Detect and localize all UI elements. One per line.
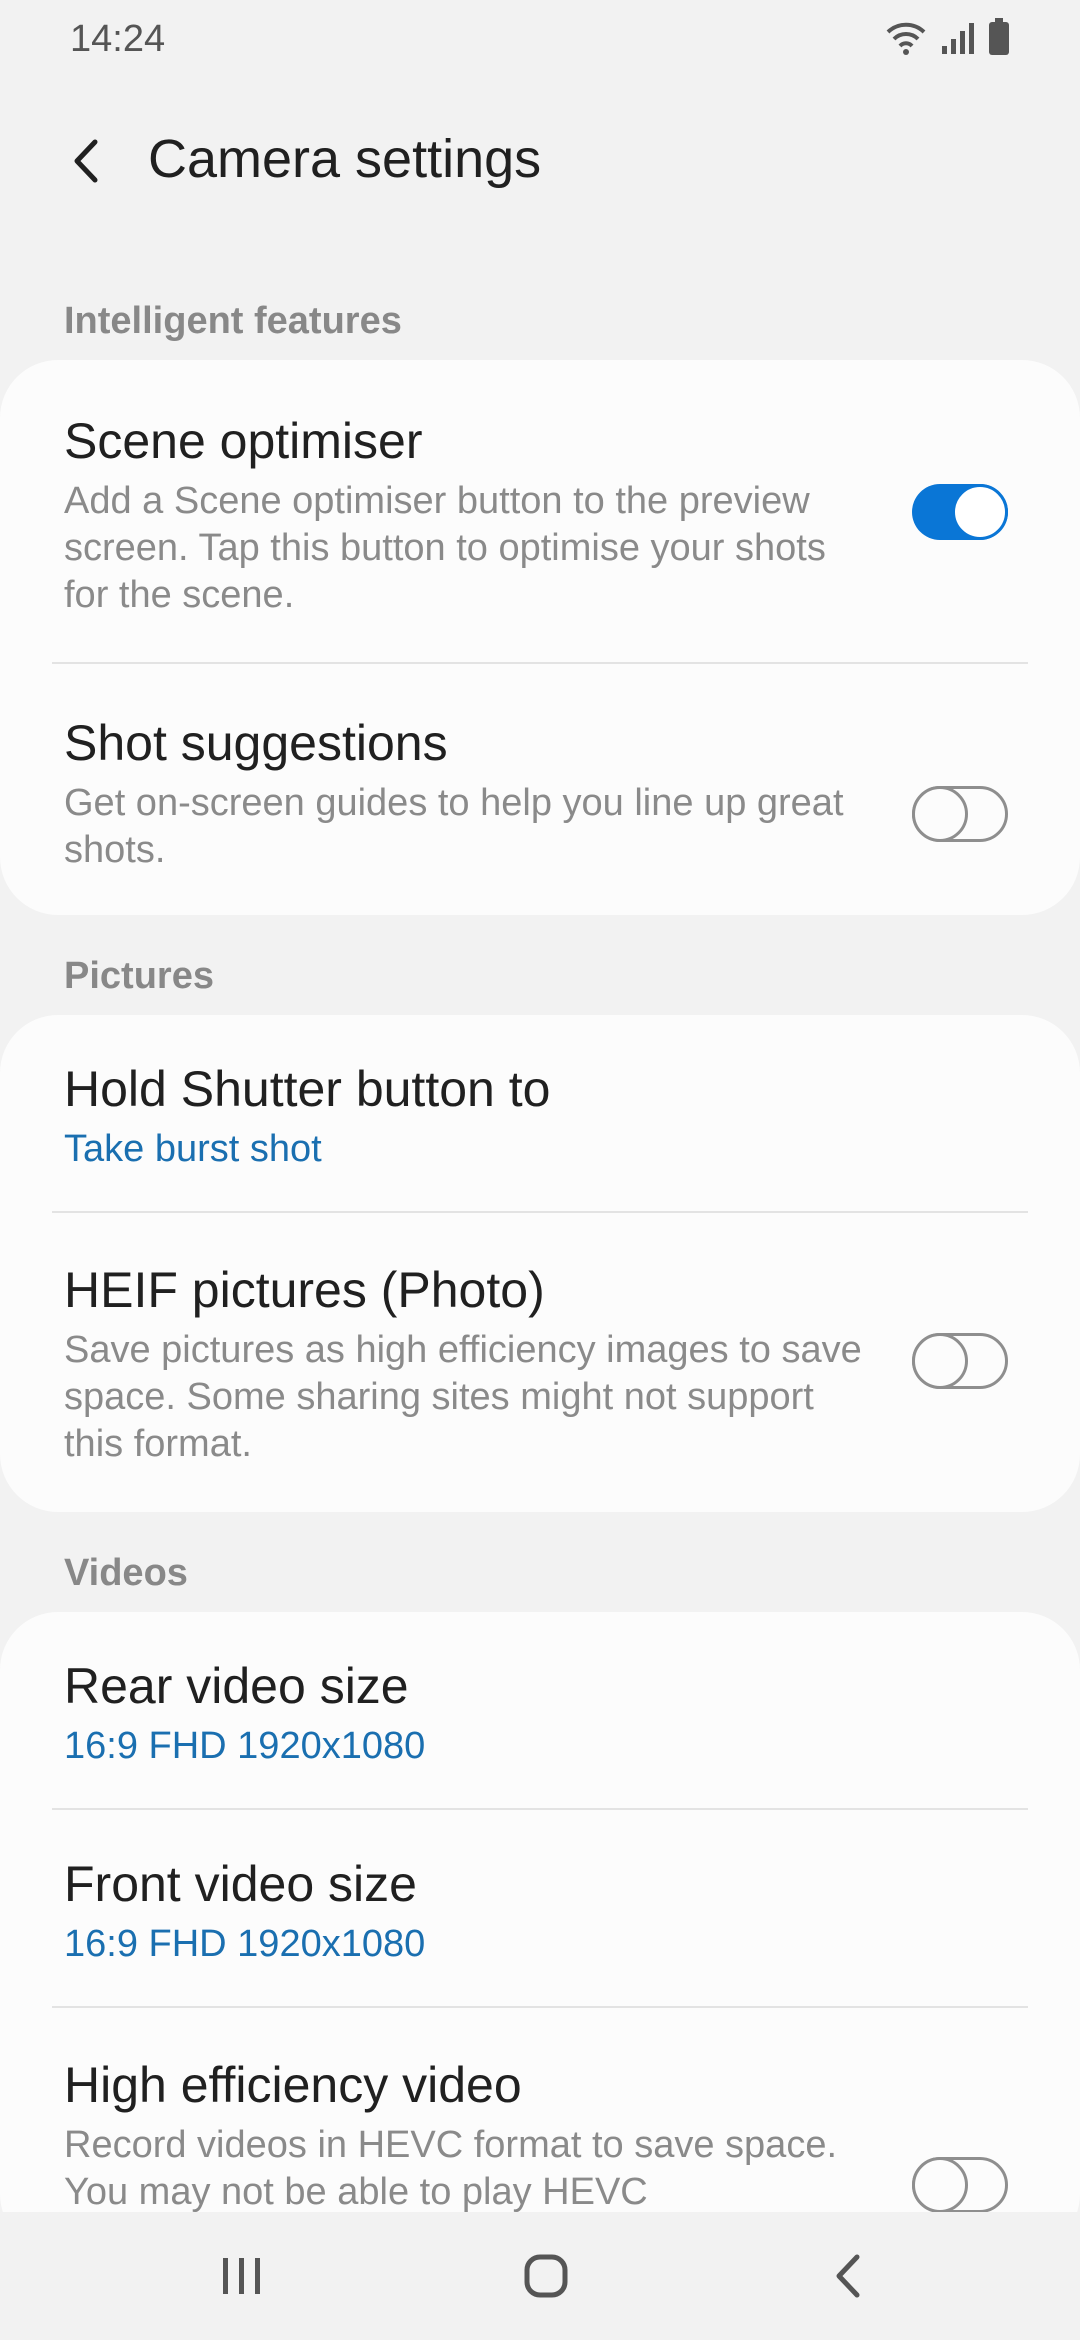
scene-optimiser-description: Add a Scene optimiser button to the prev… bbox=[64, 480, 826, 616]
shot-suggestions-toggle[interactable] bbox=[912, 786, 1008, 842]
back-icon bbox=[836, 2254, 860, 2298]
heif-pictures-title: HEIF pictures (Photo) bbox=[64, 1262, 545, 1318]
page-title: Camera settings bbox=[148, 129, 542, 189]
battery-icon bbox=[989, 18, 1009, 55]
wifi-icon bbox=[886, 22, 926, 55]
rear-video-size-value: 16:9 FHD 1920x1080 bbox=[64, 1725, 426, 1767]
app-header: Camera settings bbox=[0, 110, 1080, 210]
front-video-size-value: 16:9 FHD 1920x1080 bbox=[64, 1923, 426, 1965]
heif-pictures-row[interactable]: HEIF pictures (Photo) Save pictures as h… bbox=[0, 1213, 1080, 1512]
pictures-card: Hold Shutter button to Take burst shot H… bbox=[0, 1015, 1080, 1512]
toggle-knob bbox=[912, 1333, 968, 1389]
high-efficiency-video-title: High efficiency video bbox=[64, 2057, 522, 2113]
hold-shutter-value: Take burst shot bbox=[64, 1128, 322, 1170]
section-label-videos: Videos bbox=[64, 1552, 188, 1594]
section-label-intelligent-features: Intelligent features bbox=[64, 300, 402, 342]
scene-optimiser-toggle[interactable] bbox=[912, 484, 1008, 540]
heif-pictures-toggle[interactable] bbox=[912, 1333, 1008, 1389]
status-time: 14:24 bbox=[70, 18, 166, 60]
intelligent-features-card: Scene optimiser Add a Scene optimiser bu… bbox=[0, 360, 1080, 915]
status-icons bbox=[884, 18, 1010, 56]
home-button[interactable] bbox=[496, 2234, 596, 2318]
section-label-pictures: Pictures bbox=[64, 955, 214, 997]
scene-optimiser-row[interactable]: Scene optimiser Add a Scene optimiser bu… bbox=[0, 360, 1080, 662]
scene-optimiser-title: Scene optimiser bbox=[64, 413, 423, 469]
shot-suggestions-title: Shot suggestions bbox=[64, 715, 448, 771]
toggle-knob bbox=[952, 484, 1008, 540]
front-video-size-title: Front video size bbox=[64, 1856, 417, 1912]
signal-icon bbox=[942, 23, 974, 54]
hold-shutter-row[interactable]: Hold Shutter button to Take burst shot bbox=[0, 1015, 1080, 1211]
hold-shutter-title: Hold Shutter button to bbox=[64, 1061, 551, 1117]
toggle-knob bbox=[912, 2157, 968, 2213]
home-icon bbox=[524, 2254, 568, 2298]
toggle-knob bbox=[912, 786, 968, 842]
high-efficiency-video-description: Record videos in HEVC format to save spa… bbox=[64, 2124, 838, 2213]
high-efficiency-video-toggle[interactable] bbox=[912, 2157, 1008, 2213]
rear-video-size-row[interactable]: Rear video size 16:9 FHD 1920x1080 bbox=[0, 1612, 1080, 1808]
chevron-left-icon bbox=[74, 139, 98, 183]
rear-video-size-title: Rear video size bbox=[64, 1658, 409, 1714]
recent-apps-icon bbox=[223, 2258, 260, 2294]
shot-suggestions-row[interactable]: Shot suggestions Get on-screen guides to… bbox=[0, 664, 1080, 915]
status-bar: 14:24 bbox=[0, 0, 1080, 80]
heif-pictures-description: Save pictures as high efficiency images … bbox=[64, 1329, 862, 1465]
front-video-size-row[interactable]: Front video size 16:9 FHD 1920x1080 bbox=[0, 1810, 1080, 2006]
shot-suggestions-description: Get on-screen guides to help you line up… bbox=[64, 782, 844, 871]
videos-card: Rear video size 16:9 FHD 1920x1080 Front… bbox=[0, 1612, 1080, 2252]
back-button[interactable] bbox=[52, 126, 122, 196]
nav-back-button[interactable] bbox=[798, 2234, 898, 2318]
recent-apps-button[interactable] bbox=[192, 2234, 292, 2318]
navigation-bar bbox=[0, 2212, 1080, 2340]
